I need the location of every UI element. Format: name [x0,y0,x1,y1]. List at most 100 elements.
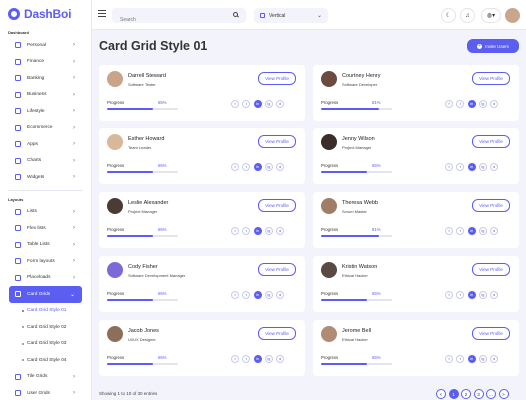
view-profile-button[interactable]: View Profile [472,135,510,148]
facebook-icon[interactable]: f [445,355,453,363]
sidebar-item[interactable]: User Grids › [0,385,91,400]
view-profile-button[interactable]: View Profile [472,199,510,212]
dribbble-icon[interactable]: d [276,291,285,299]
facebook-icon[interactable]: f [445,163,453,171]
sidebar-item[interactable]: Lists › [0,204,91,221]
view-profile-button[interactable]: View Profile [472,263,510,276]
linkedin-icon[interactable]: in [467,163,476,171]
twitter-icon[interactable]: t [242,100,251,108]
sidebar-item-card-grids[interactable]: Card Grids ⌄ [9,286,82,303]
page-button[interactable]: 1 [448,389,459,399]
dribbble-icon[interactable]: d [276,163,285,171]
page-button[interactable]: 3 [473,389,484,399]
facebook-icon[interactable]: f [231,355,239,363]
invite-users-button[interactable]: + Invite Users [467,39,519,53]
instagram-icon[interactable]: ig [264,100,273,108]
sidebar-item[interactable]: Tile Grids › [0,369,91,386]
linkedin-icon[interactable]: in [253,163,262,171]
instagram-icon[interactable]: ig [478,100,487,108]
sidebar-subitem[interactable]: Card Grid Style 03 [0,336,91,353]
sidebar-item[interactable]: Business › [0,87,91,104]
page-button[interactable]: < [436,389,446,399]
twitter-icon[interactable]: t [456,163,465,171]
facebook-icon[interactable]: f [231,163,239,171]
facebook-icon[interactable]: f [445,100,453,108]
instagram-icon[interactable]: ig [478,291,487,299]
facebook-icon[interactable]: f [445,227,453,235]
linkedin-icon[interactable]: in [467,227,476,235]
sidebar-item[interactable]: Banking › [0,70,91,87]
avatar [321,326,337,342]
sidebar-item[interactable]: Finance › [0,54,91,71]
sidebar-item[interactable]: Widgets › [0,169,91,186]
page-button[interactable]: 2 [461,389,471,399]
instagram-icon[interactable]: ig [264,163,273,171]
linkedin-icon[interactable]: in [467,355,476,363]
linkedin-icon[interactable]: in [253,100,262,108]
dribbble-icon[interactable]: d [276,100,285,108]
twitter-icon[interactable]: t [456,355,465,363]
twitter-icon[interactable]: t [456,227,465,235]
twitter-icon[interactable]: t [242,227,251,235]
facebook-icon[interactable]: f [445,291,453,299]
twitter-icon[interactable]: t [242,355,251,363]
dribbble-icon[interactable]: d [276,227,285,235]
sidebar-item[interactable]: Lifestyle › [0,103,91,120]
logo[interactable]: DashBoi [0,0,91,28]
sidebar-item[interactable]: Personal › [0,37,91,54]
sidebar-item[interactable]: Form layouts › [0,253,91,270]
bullet-icon [22,342,24,345]
twitter-icon[interactable]: t [456,291,465,299]
sidebar-item[interactable]: Placeloads › [0,270,91,287]
instagram-icon[interactable]: ig [478,163,487,171]
instagram-icon[interactable]: ig [264,355,273,363]
theme-toggle-button[interactable]: ☾ [441,8,456,23]
page-button[interactable]: ... [486,389,496,399]
linkedin-icon[interactable]: in [253,355,262,363]
linkedin-icon[interactable]: in [467,291,476,299]
view-profile-button[interactable]: View Profile [258,263,296,276]
instagram-icon[interactable]: ig [264,291,273,299]
twitter-icon[interactable]: t [242,163,251,171]
twitter-icon[interactable]: t [242,291,251,299]
facebook-icon[interactable]: f [231,291,239,299]
linkedin-icon[interactable]: in [253,291,262,299]
sidebar-item[interactable]: Ecommerce › [0,120,91,137]
view-profile-button[interactable]: View Profile [258,199,296,212]
dribbble-icon[interactable]: d [490,227,499,235]
sidebar-item[interactable]: Charts › [0,153,91,170]
sidebar-item[interactable]: Table Lists › [0,237,91,254]
menu-toggle-button[interactable] [98,10,106,17]
dribbble-icon[interactable]: d [490,100,499,108]
sidebar-subitem[interactable]: Card Grid Style 02 [0,319,91,336]
instagram-icon[interactable]: ig [478,227,487,235]
linkedin-icon[interactable]: in [253,227,262,235]
dribbble-icon[interactable]: d [490,355,499,363]
search-icon[interactable] [233,12,238,17]
sidebar-subitem[interactable]: Card Grid Style 04 [0,352,91,369]
view-profile-button[interactable]: View Profile [258,72,296,85]
notifications-button[interactable]: ♫ [460,8,475,23]
view-profile-button[interactable]: View Profile [258,135,296,148]
dribbble-icon[interactable]: d [276,355,285,363]
instagram-icon[interactable]: ig [264,227,273,235]
linkedin-icon[interactable]: in [467,100,476,108]
view-profile-button[interactable]: View Profile [472,72,510,85]
dribbble-icon[interactable]: d [490,291,499,299]
sidebar-item[interactable]: Apps › [0,136,91,153]
sidebar-item[interactable]: Flex lists › [0,220,91,237]
sidebar-subitem[interactable]: Card Grid Style 01 [0,303,91,320]
avatar[interactable] [505,8,520,23]
progress-value: 81% [372,227,381,232]
dribbble-icon[interactable]: d [490,163,499,171]
view-profile-button[interactable]: View Profile [258,327,296,340]
layout-select[interactable]: Vertical ⌄ [254,8,328,23]
page-button[interactable]: > [498,389,509,399]
view-profile-button[interactable]: View Profile [472,327,510,340]
instagram-icon[interactable]: ig [478,355,487,363]
facebook-icon[interactable]: f [231,100,239,108]
facebook-icon[interactable]: f [231,227,239,235]
twitter-icon[interactable]: t [456,100,465,108]
language-button[interactable]: ◍▾ [481,8,501,23]
search-input[interactable] [112,12,232,28]
